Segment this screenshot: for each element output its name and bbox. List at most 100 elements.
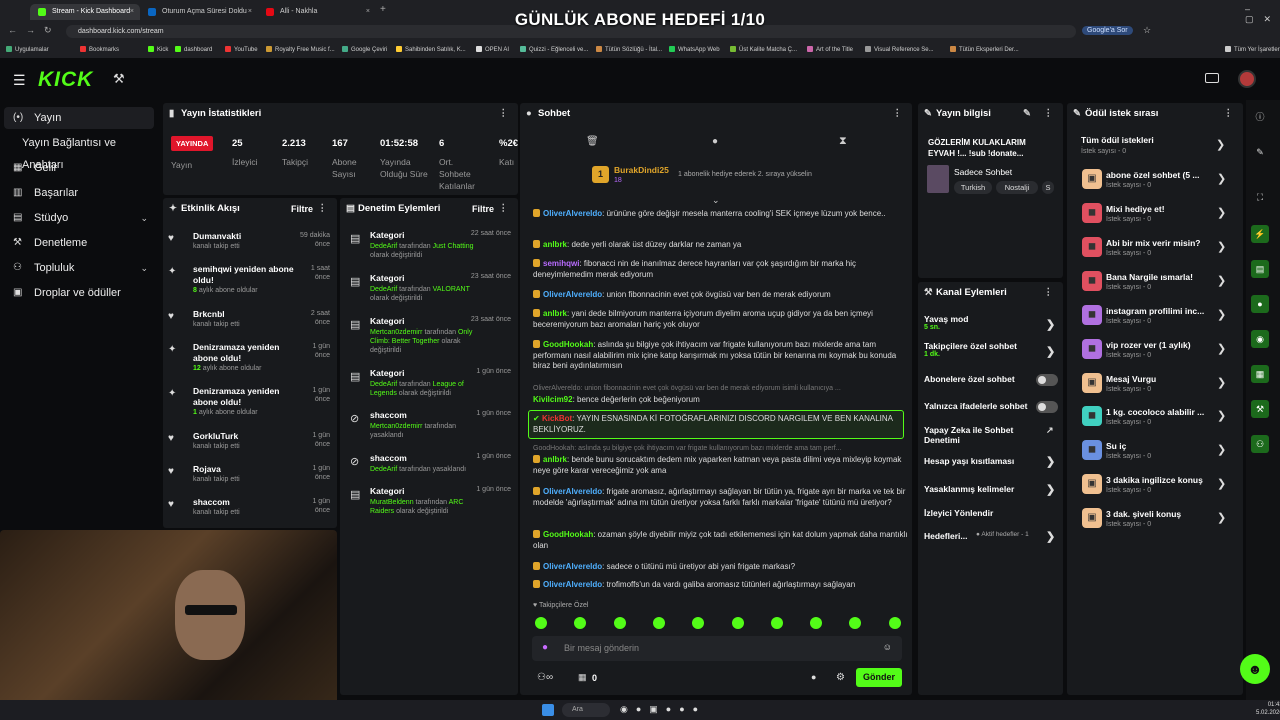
chat-message[interactable]: GoodHookah: ozaman şöyle diyebilir miyiz… [533,530,908,551]
external-link-icon[interactable]: ↗ [1046,425,1054,436]
more-icon[interactable]: ⋮ [499,103,509,125]
chat-settings-icon[interactable]: ● [811,672,816,682]
channel-action-item[interactable]: Abonelere özel sohbet [924,374,1058,386]
sidebar-item[interactable]: ▣ Droplar ve ödüller [4,282,154,304]
chat-username[interactable]: OliverAlvereldo [543,209,602,218]
community-icon[interactable]: ⚇ [1251,435,1269,453]
bookmark-item[interactable]: Quizzi - Eğlenceli ve... [520,46,588,53]
reward-item[interactable]: ▣ Mesaj Vurgu İstek sayısı - 0 ❯ [1082,373,1232,395]
support-chat-button[interactable]: ☻ [1240,654,1270,684]
moderation-item[interactable]: ▤ Kategori DedeArif tarafından League of L… [346,368,511,398]
bookmark-item[interactable]: OPEN AI [476,46,509,53]
sidebar-item[interactable]: Yayın Bağlantısı ve Anahtarı [4,132,154,171]
activity-item[interactable]: ✦ Denizramaza yeniden abone oldu! 1 aylık … [168,386,330,416]
windows-start-icon[interactable] [542,704,554,716]
chevron-down-icon[interactable]: ⌄ [140,257,148,279]
chevron-right-icon[interactable]: ❯ [1046,483,1055,496]
bookmark-item[interactable]: Kick [148,46,168,53]
gift-icon[interactable]: ▦ [578,672,587,683]
stream-tag[interactable]: Turkish [954,181,992,194]
more-icon[interactable]: ⋮ [1224,103,1234,125]
bookmark-item[interactable]: Üst Kalite Matcha Ç... [730,46,797,53]
activity-filter-button[interactable]: Filtre [291,198,313,220]
bookmark-item[interactable]: Tüm Yer İşaretleri [1225,46,1280,53]
chat-message[interactable]: anlbrk: yani dede bilmiyorum manterra iç… [533,309,908,330]
activity-item[interactable]: ✦ semihqwi yeniden abone oldu! 8 aylık abo… [168,264,330,294]
chat-message[interactable]: OliverAlvereldo: sadece o tütünü mü üret… [533,562,908,573]
document-icon[interactable]: ▤ [1251,260,1269,278]
lightning-icon[interactable]: ⚡ [1251,225,1269,243]
more-icon[interactable]: ⋮ [318,198,328,220]
sidebar-item[interactable]: (•) Yayın [4,107,154,129]
bookmark-item[interactable]: Google Çeviri [342,46,387,53]
chevron-right-icon[interactable]: ❯ [1217,342,1226,355]
channel-action-item[interactable]: Takipçilere özel sohbet 1 dk. ❯ [924,341,1055,358]
edit-icon[interactable]: ✎ [1023,103,1031,125]
gift-icon[interactable]: ▦ [1251,365,1269,383]
chevron-right-icon[interactable]: ❯ [1046,530,1055,543]
chevron-down-icon[interactable]: ⌄ [140,207,148,229]
chat-username[interactable]: Kivilcim92 [533,395,573,404]
channel-action-item[interactable]: İzleyici Yönlendir [924,508,1054,518]
emote-icon[interactable] [535,617,547,629]
chat-message[interactable]: OliverAlvereldo: trofimoffs'un da vardı … [533,580,908,591]
pinned-user[interactable]: BurakDindi25 [614,165,669,175]
channel-action-item[interactable]: Yasaklanmış kelimeler ❯ [924,483,1055,496]
bookmark-item[interactable]: Bookmarks [80,46,119,53]
more-icon[interactable]: ⋮ [499,198,509,220]
bot-highlighted-message[interactable]: ✔ KickBot: YAYIN ESNASINDA Kİ FOTOĞRAFLA… [528,410,904,439]
reward-item[interactable]: ◼ 1 kg. cocoloco alabilir ... İstek sayısı… [1082,406,1232,428]
channel-action-item[interactable]: Yalnızca ifadelerle sohbet [924,401,1058,413]
taskbar-search[interactable]: Ara [562,703,610,717]
emote-icon[interactable] [810,617,823,629]
chat-username[interactable]: OliverAlvereldo [543,290,602,299]
reward-item[interactable]: ◼ Abi bir mix verir misin? İstek sayısı - … [1082,237,1232,259]
more-icon[interactable]: ⋮ [893,103,903,125]
chat-username[interactable]: OliverAlvereldo [543,487,602,496]
toggle-switch[interactable] [1036,374,1058,386]
chat-message[interactable]: Kivilcim92: bence değerlerin çok beğeniy… [533,395,908,406]
chevron-right-icon[interactable]: ❯ [1217,206,1226,219]
sidebar-item[interactable]: ▦ Gelir [4,157,154,179]
all-rewards-link[interactable]: Tüm ödül istekleri [1081,135,1154,145]
send-button[interactable]: Gönder [856,668,902,687]
menu-icon[interactable]: ☰ [13,72,26,89]
channel-action-item[interactable]: Hedefleri... ● Aktif hedefler - 1 ❯ [924,530,1055,543]
emoji-icon[interactable]: ☺ [883,642,892,652]
chevron-right-icon[interactable]: ❯ [1217,511,1226,524]
stream-category[interactable]: Sadece Sohbet [954,167,1012,177]
chevron-right-icon[interactable]: ❯ [1046,345,1055,358]
moderation-item[interactable]: ▤ Kategori DedeArif tarafından VALORANT ol… [346,273,511,303]
chat-icon[interactable]: ● [1251,295,1269,313]
bookmark-item[interactable]: dashboard [175,46,212,53]
stream-tag[interactable]: S [1042,181,1054,194]
chat-username[interactable]: semihqwi [543,259,579,268]
expand-icon[interactable]: ⌄ [712,195,720,206]
emote-icon[interactable] [652,617,665,629]
moderation-item[interactable]: ⊘ shaccom DedeArif tarafından yasaklandı 1 … [346,453,511,474]
bookmark-item[interactable]: YouTube [225,46,258,53]
moderation-item[interactable]: ▤ Kategori MuratBeldenn tarafından ARC Rai… [346,486,511,516]
tools-icon[interactable]: ⚒ [113,71,125,87]
broadcast-icon[interactable]: ◉ [1251,330,1269,348]
gear-icon[interactable]: ⚙ [836,672,845,683]
trash-icon[interactable]: 🗑 [586,136,599,147]
wrench-icon[interactable]: ⚒ [1251,400,1269,418]
chevron-right-icon[interactable]: ❯ [1217,376,1226,389]
reward-item[interactable]: ◼ Mixi hediye et! İstek sayısı - 0 ❯ [1082,203,1232,225]
moderation-item[interactable]: ▤ Kategori Mertcan0zdemirr tarafından Only… [346,316,511,355]
channel-action-item[interactable]: Yavaş mod 5 sn. ❯ [924,314,1055,331]
more-icon[interactable]: ⋮ [1044,282,1054,304]
chevron-right-icon[interactable]: ❯ [1217,477,1226,490]
activity-item[interactable]: ♥ Rojava kanalı takip etti 1 gün önce [168,464,330,483]
pencil-icon[interactable]: ✎ [1251,143,1269,161]
chevron-right-icon[interactable]: ❯ [1046,318,1055,331]
bookmark-item[interactable]: Sahibinden Satılık, K... [396,46,466,53]
moderation-item[interactable]: ▤ Kategori DedeArif tarafından Just Chatti… [346,230,511,260]
activity-item[interactable]: ♥ Brkcnbl kanalı takip etti 2 saat önce [168,309,330,328]
activity-item[interactable]: ✦ Denizramaza yeniden abone oldu! 12 aylık… [168,342,330,372]
activity-item[interactable]: ♥ shaccom kanalı takip etti 1 gün önce [168,497,330,516]
chat-username[interactable]: GoodHookah [543,340,593,349]
bookmark-item[interactable]: Royalty Free Music f... [266,46,335,53]
avatar[interactable] [1238,70,1256,88]
